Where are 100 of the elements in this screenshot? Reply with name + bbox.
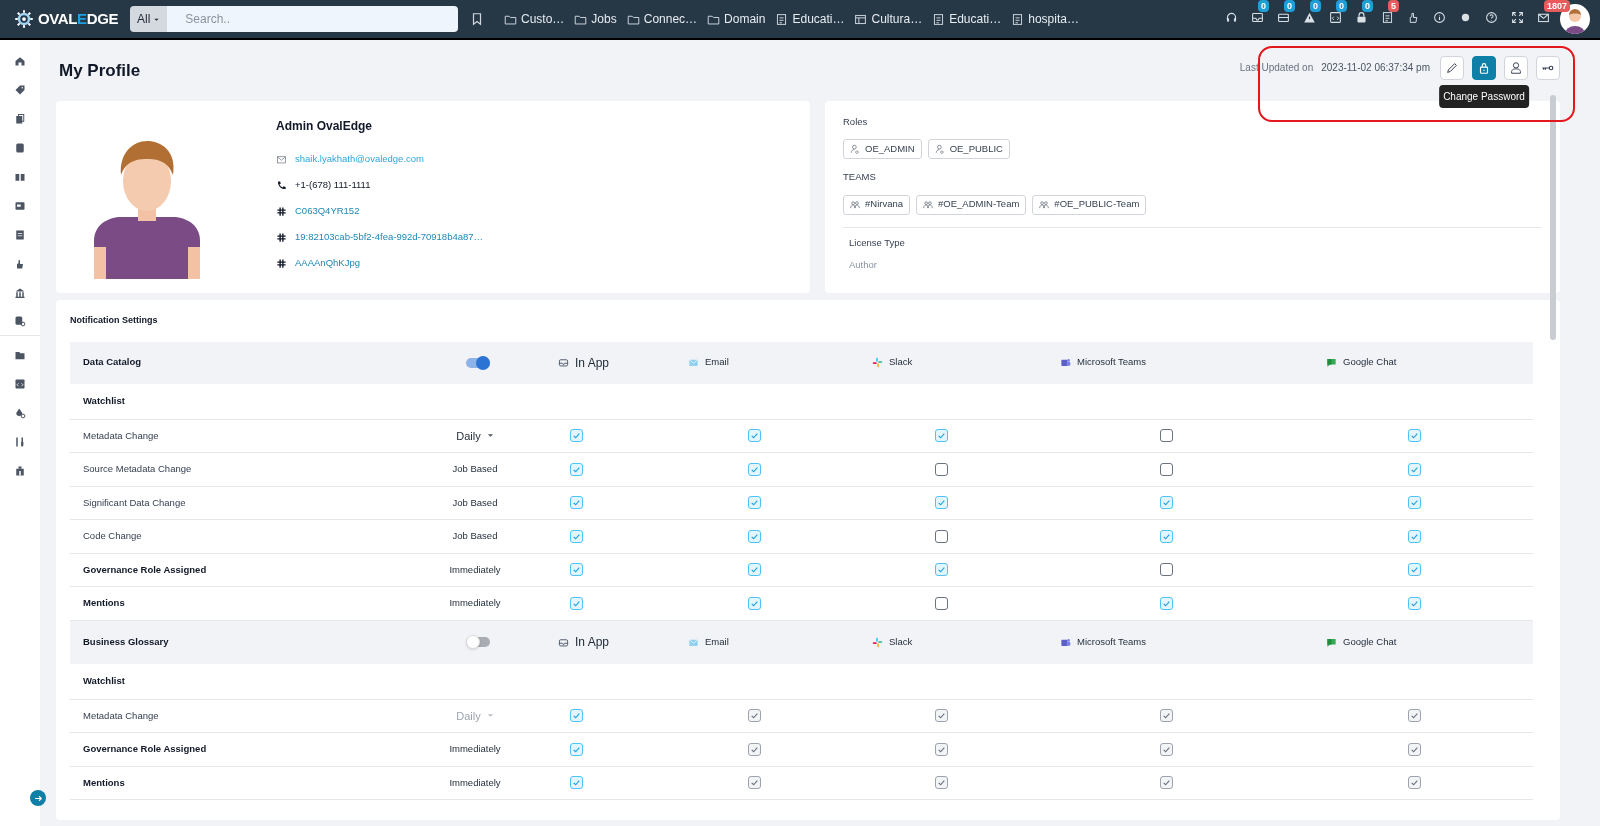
checkbox[interactable] bbox=[935, 563, 948, 577]
checkbox[interactable] bbox=[1160, 529, 1173, 543]
check-icon bbox=[572, 531, 581, 541]
count-badge: 5 bbox=[1388, 0, 1399, 12]
checkbox[interactable] bbox=[748, 429, 761, 443]
profile-link[interactable]: C063Q4YR152 bbox=[295, 203, 360, 219]
check-icon bbox=[1410, 431, 1419, 441]
shortcut-link[interactable]: Educati… bbox=[932, 10, 1002, 28]
bank-icon[interactable] bbox=[14, 286, 26, 299]
lock-icon[interactable] bbox=[1355, 11, 1368, 24]
channel-label: In App bbox=[575, 634, 610, 651]
checkbox[interactable] bbox=[1408, 529, 1421, 543]
checkbox[interactable] bbox=[1408, 496, 1421, 510]
checkbox[interactable] bbox=[1160, 429, 1173, 443]
frequency-dropdown[interactable]: Daily bbox=[456, 427, 494, 444]
clipboard-icon bbox=[775, 12, 789, 26]
check-icon bbox=[572, 498, 581, 508]
checkbox[interactable] bbox=[1160, 496, 1173, 510]
shortcut-link[interactable]: Connec… bbox=[626, 10, 698, 28]
checkbox[interactable] bbox=[935, 596, 948, 610]
phone-number: +1-(678) 111-1111 bbox=[295, 177, 371, 192]
profile-link[interactable]: 19:82103cab-5bf2-4fea-992d-70918b4a87… bbox=[295, 229, 484, 245]
hand-icon[interactable] bbox=[1407, 11, 1420, 24]
drop-settings-icon[interactable] bbox=[14, 406, 26, 419]
code-window-icon[interactable] bbox=[14, 377, 26, 390]
tray-icon[interactable] bbox=[1277, 11, 1290, 24]
checkbox[interactable] bbox=[935, 529, 948, 543]
clipboard-icon[interactable] bbox=[1381, 11, 1394, 24]
database-settings-icon[interactable] bbox=[14, 315, 26, 327]
shortcut-link[interactable]: hospita… bbox=[1011, 10, 1079, 28]
scope-dropdown[interactable]: All bbox=[130, 6, 168, 32]
setting-name: Source Metadata Change bbox=[82, 462, 193, 477]
toggle-switch[interactable] bbox=[466, 357, 490, 368]
phone-icon bbox=[276, 179, 287, 191]
checkbox[interactable] bbox=[570, 429, 583, 443]
bookmark-icon[interactable] bbox=[470, 12, 484, 26]
database-icon[interactable] bbox=[14, 141, 26, 154]
teams-icon bbox=[1060, 636, 1071, 648]
checkbox[interactable] bbox=[1408, 429, 1421, 443]
profile-link[interactable]: AAAAnQhKJpg bbox=[295, 255, 360, 271]
user-icon bbox=[934, 144, 945, 155]
building-icon[interactable] bbox=[14, 464, 26, 477]
checkbox[interactable] bbox=[1408, 596, 1421, 610]
people-icon bbox=[850, 199, 860, 210]
checkbox[interactable] bbox=[570, 462, 583, 476]
frequency-dropdown: Daily bbox=[456, 707, 494, 724]
clipboard-icon[interactable] bbox=[14, 228, 26, 241]
shortcut-link[interactable]: Jobs bbox=[574, 10, 617, 28]
check-icon bbox=[572, 431, 581, 441]
checkbox[interactable] bbox=[570, 563, 583, 577]
checkbox[interactable] bbox=[1408, 563, 1421, 577]
slack-icon bbox=[872, 636, 883, 648]
inbox-icon bbox=[558, 636, 569, 648]
headset-icon[interactable] bbox=[1225, 11, 1238, 24]
user-name: Admin OvalEdge bbox=[276, 118, 374, 135]
help-icon[interactable] bbox=[1485, 11, 1498, 24]
search-field[interactable]: Search.. bbox=[167, 6, 458, 32]
checkbox[interactable] bbox=[935, 429, 948, 443]
checkbox[interactable] bbox=[748, 462, 761, 476]
checkbox[interactable] bbox=[935, 496, 948, 510]
shortcut-link[interactable]: Educati… bbox=[775, 10, 845, 28]
slack-icon bbox=[872, 357, 883, 368]
tools-icon[interactable] bbox=[14, 435, 26, 448]
documents-icon[interactable] bbox=[14, 112, 26, 125]
shortcut-link[interactable]: Custo… bbox=[504, 10, 565, 28]
frequency-value: Job Based bbox=[452, 529, 498, 544]
checkbox[interactable] bbox=[748, 529, 761, 543]
checkbox[interactable] bbox=[570, 529, 583, 543]
card-icon[interactable] bbox=[14, 199, 26, 212]
check-icon bbox=[1410, 598, 1419, 608]
checkbox[interactable] bbox=[1408, 462, 1421, 476]
inbox-icon[interactable] bbox=[1251, 11, 1264, 24]
checkbox[interactable] bbox=[1160, 563, 1173, 577]
expand-icon[interactable] bbox=[1511, 11, 1524, 24]
checkbox[interactable] bbox=[570, 776, 583, 790]
check-icon bbox=[572, 778, 581, 788]
checkbox[interactable] bbox=[1160, 596, 1173, 610]
checkbox[interactable] bbox=[748, 496, 761, 510]
tag-icon[interactable] bbox=[14, 83, 26, 96]
code-icon[interactable] bbox=[1329, 11, 1342, 24]
info-icon[interactable] bbox=[1433, 11, 1446, 24]
checkbox[interactable] bbox=[570, 742, 583, 756]
checkbox[interactable] bbox=[570, 596, 583, 610]
check-icon bbox=[1410, 464, 1419, 474]
checkbox[interactable] bbox=[1160, 462, 1173, 476]
checkbox[interactable] bbox=[935, 462, 948, 476]
mail-icon[interactable] bbox=[1537, 11, 1550, 24]
toggle-switch[interactable] bbox=[466, 637, 490, 647]
shortcut-link[interactable]: Cultura… bbox=[854, 10, 923, 28]
checkbox[interactable] bbox=[748, 563, 761, 577]
dot-icon[interactable] bbox=[1459, 11, 1472, 24]
checkbox[interactable] bbox=[570, 709, 583, 723]
warning-icon[interactable] bbox=[1303, 11, 1316, 24]
expand-button[interactable] bbox=[30, 790, 46, 806]
checkbox[interactable] bbox=[570, 496, 583, 510]
checkbox[interactable] bbox=[748, 596, 761, 610]
shortcut-link[interactable]: Domain bbox=[707, 10, 766, 28]
action-button[interactable] bbox=[1472, 55, 1496, 80]
hand-icon[interactable] bbox=[14, 257, 26, 270]
channel-label: Google Chat bbox=[1343, 634, 1397, 649]
